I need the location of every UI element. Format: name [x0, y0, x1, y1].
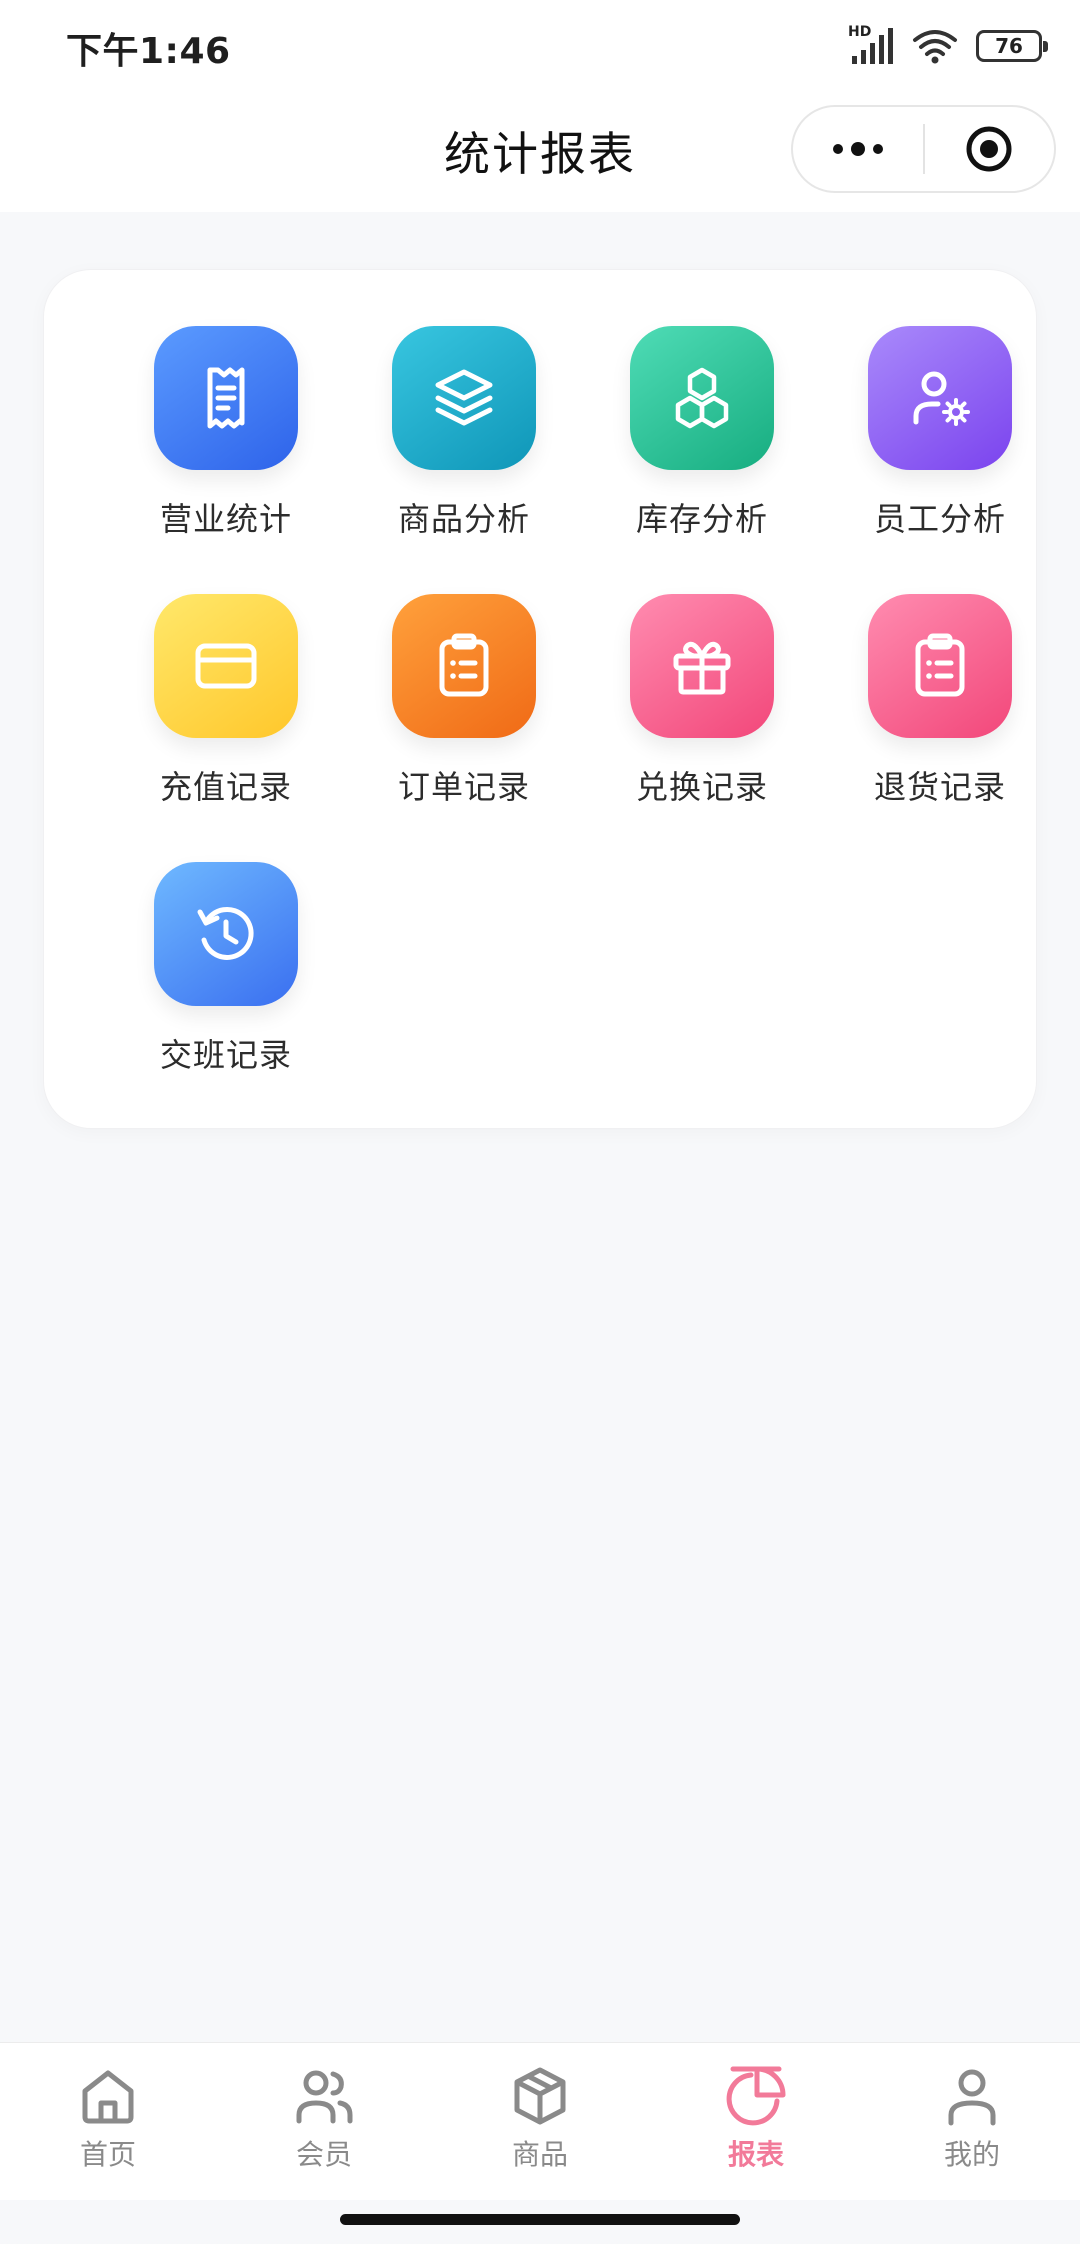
- boxes-icon: [675, 367, 729, 429]
- more-button[interactable]: [793, 107, 923, 191]
- receipt-icon: [207, 367, 245, 429]
- menu-icon-tile: [392, 326, 536, 470]
- layers-icon: [435, 369, 493, 426]
- menu-icon-tile: [154, 326, 298, 470]
- report-menu-card: 营业统计 商品分析 库存分析 员工分析 充值记录 订单记录 兑换记录 退货记录 …: [43, 269, 1037, 1129]
- menu-icon-tile: [154, 594, 298, 738]
- close-mini-program-button[interactable]: [925, 107, 1055, 191]
- menu-item-shift-records[interactable]: 交班记录: [107, 862, 345, 1092]
- battery-icon: 76: [976, 30, 1048, 62]
- menu-item-label: 商品分析: [397, 500, 530, 538]
- menu-item-return-records[interactable]: 退货记录: [821, 594, 1059, 824]
- status-time: 下午1:46: [66, 31, 231, 72]
- menu-item-label: 退货记录: [873, 768, 1006, 806]
- tab-label: 我的: [943, 2138, 1000, 2171]
- tab-members[interactable]: 会员: [216, 2043, 432, 2200]
- pie-chart-icon: [726, 2066, 786, 2126]
- menu-icon-tile: [868, 326, 1012, 470]
- tab-mine[interactable]: 我的: [864, 2043, 1080, 2200]
- screen: 下午1:46 HD 76 统计报表 营业统计 商品分析 库存分析 员工分析 充值…: [0, 0, 1080, 2244]
- clipboard-list-icon: [439, 633, 489, 697]
- menu-item-label: 库存分析: [635, 500, 768, 538]
- more-dots-icon: [832, 142, 883, 156]
- tab-reports[interactable]: 报表: [648, 2043, 864, 2200]
- tab-label: 会员: [295, 2138, 352, 2171]
- menu-item-label: 员工分析: [873, 500, 1006, 538]
- menu-item-staff-analysis[interactable]: 员工分析: [821, 326, 1059, 556]
- mini-program-capsule: [791, 105, 1056, 193]
- home-indicator[interactable]: [340, 2214, 740, 2225]
- status-icons: HD 76: [848, 24, 1048, 66]
- menu-icon-tile: [392, 594, 536, 738]
- menu-item-order-records[interactable]: 订单记录: [345, 594, 583, 824]
- package-icon: [514, 2067, 566, 2125]
- menu-item-recharge-records[interactable]: 充值记录: [107, 594, 345, 824]
- target-circle-icon: [966, 126, 1012, 172]
- tab-home[interactable]: 首页: [0, 2043, 216, 2200]
- signal-icon: HD: [848, 24, 894, 66]
- users-icon: [296, 2070, 353, 2124]
- menu-icon-tile: [154, 862, 298, 1006]
- wifi-icon: [912, 26, 958, 66]
- tab-label: 商品: [511, 2138, 568, 2171]
- credit-card-icon: [195, 643, 257, 689]
- user-settings-icon: [913, 371, 970, 426]
- menu-item-label: 交班记录: [159, 1036, 292, 1074]
- home-icon: [82, 2070, 134, 2124]
- tab-products[interactable]: 商品: [432, 2043, 648, 2200]
- menu-item-label: 营业统计: [159, 500, 292, 538]
- history-icon: [197, 907, 254, 960]
- menu-icon-tile: [868, 594, 1012, 738]
- menu-item-product-analysis[interactable]: 商品分析: [345, 326, 583, 556]
- menu-item-inventory-analysis[interactable]: 库存分析: [583, 326, 821, 556]
- menu-item-business-stats[interactable]: 营业统计: [107, 326, 345, 556]
- tab-label: 首页: [79, 2138, 136, 2171]
- tab-label: 报表: [727, 2138, 784, 2171]
- menu-item-label: 兑换记录: [635, 768, 768, 806]
- menu-item-label: 订单记录: [397, 768, 530, 806]
- bottom-tab-bar: 首页 会员 商品 报表 我的: [0, 2042, 1080, 2200]
- battery-level: 76: [995, 34, 1023, 58]
- status-bar: 下午1:46 HD 76: [0, 0, 1080, 92]
- clipboard-list-icon: [915, 633, 965, 697]
- menu-icon-tile: [630, 594, 774, 738]
- user-icon: [948, 2069, 996, 2126]
- nav-bar: 统计报表: [0, 92, 1080, 212]
- menu-item-label: 充值记录: [159, 768, 292, 806]
- menu-icon-tile: [630, 326, 774, 470]
- menu-item-redeem-records[interactable]: 兑换记录: [583, 594, 821, 824]
- gift-icon: [673, 641, 731, 695]
